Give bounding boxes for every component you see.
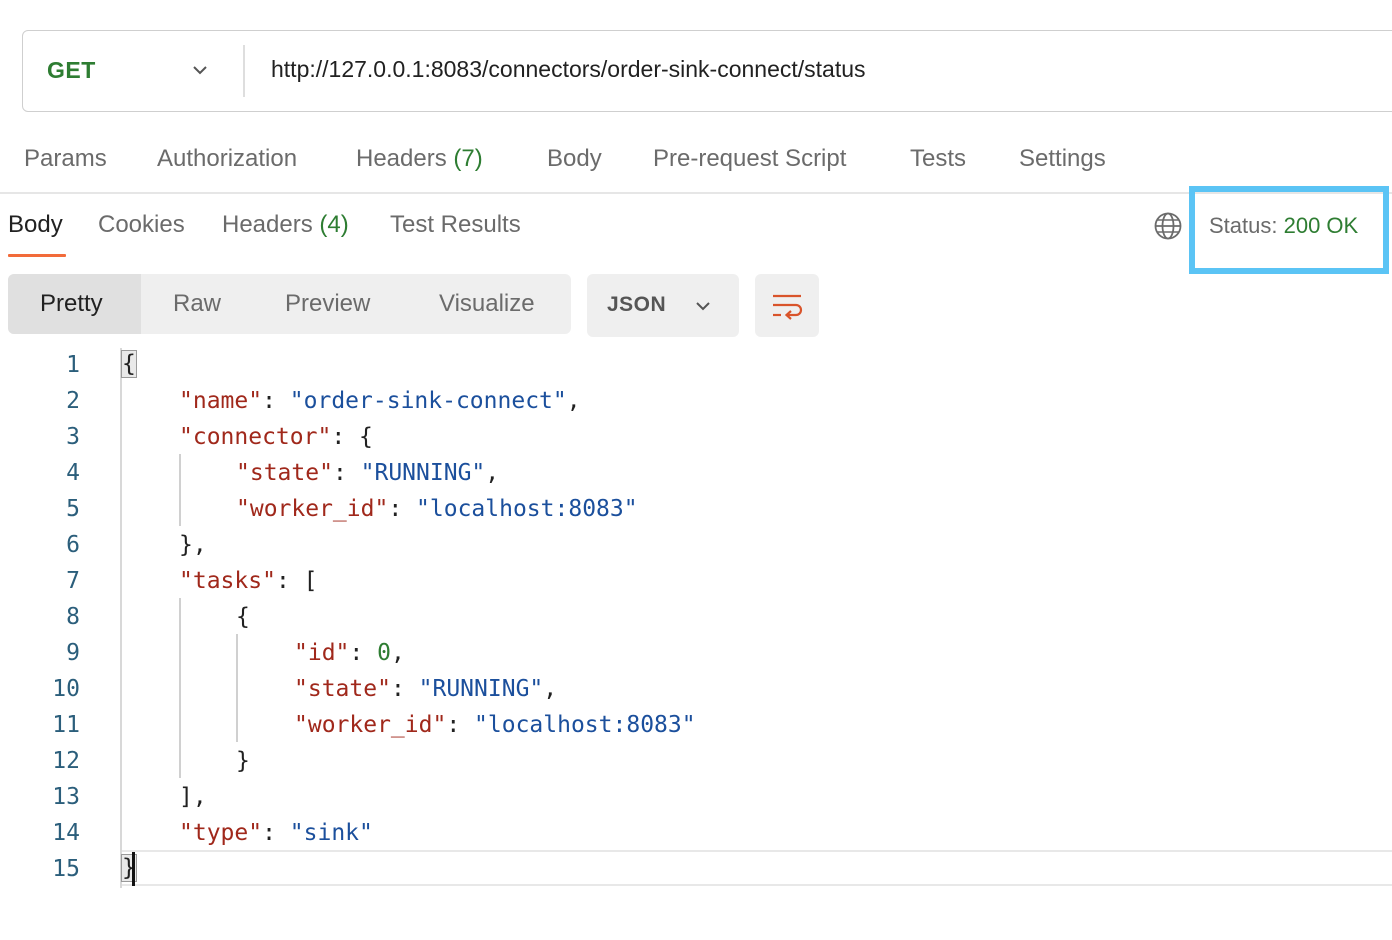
tab-headers-count: (7) <box>453 145 483 172</box>
status-value: 200 OK <box>1283 213 1359 238</box>
line-number: 3 <box>66 424 80 450</box>
line-number: 14 <box>52 820 80 846</box>
section-divider <box>0 192 1392 194</box>
response-tab-body[interactable]: Body <box>8 211 63 239</box>
response-tab-headers-label: Headers <box>222 211 313 238</box>
json-line: "name": "order-sink-connect", <box>179 388 581 414</box>
json-line: "id": 0, <box>294 640 405 666</box>
json-string: "RUNNING" <box>360 460 486 486</box>
json-line: }, <box>179 532 207 558</box>
url-input[interactable]: http://127.0.0.1:8083/connectors/order-s… <box>271 56 866 83</box>
tab-headers-label: Headers <box>356 145 447 172</box>
json-punct: , <box>485 460 500 486</box>
line-number: 5 <box>66 496 80 522</box>
active-tab-indicator <box>8 254 66 257</box>
json-line: ], <box>179 784 207 810</box>
line-number: 1 <box>66 352 80 378</box>
response-tab-cookies[interactable]: Cookies <box>98 211 185 239</box>
format-tab-pretty[interactable]: Pretty <box>40 290 103 318</box>
indent-guide <box>179 598 181 778</box>
json-punct: , <box>566 388 581 414</box>
request-url-bar: GET http://127.0.0.1:8083/connectors/ord… <box>22 30 1392 112</box>
json-open-brace: { <box>121 350 137 378</box>
json-string: "order-sink-connect" <box>289 388 567 414</box>
gutter-divider <box>120 348 122 888</box>
json-line: "type": "sink" <box>179 820 373 846</box>
tab-authorization[interactable]: Authorization <box>157 145 297 173</box>
format-tab-preview[interactable]: Preview <box>285 290 370 318</box>
text-cursor <box>132 852 135 886</box>
response-tab-headers-count: (4) <box>319 211 349 238</box>
line-number: 2 <box>66 388 80 414</box>
json-key: "tasks" <box>179 568 276 594</box>
divider <box>243 45 245 97</box>
json-punct: : <box>262 388 290 414</box>
json-line: "tasks": [ <box>179 568 317 594</box>
json-punct: : <box>446 712 475 738</box>
json-string: "sink" <box>289 820 373 846</box>
status-label: Status: <box>1209 213 1278 238</box>
json-punct: , <box>390 640 405 666</box>
json-punct: : <box>262 820 290 846</box>
indent-guide <box>179 454 181 526</box>
json-key: "state" <box>236 460 333 486</box>
response-tab-test-results[interactable]: Test Results <box>390 211 521 239</box>
json-string: "localhost:8083" <box>416 496 638 522</box>
json-key: "connector" <box>179 424 332 450</box>
format-select-label: JSON <box>607 293 667 316</box>
line-number: 8 <box>66 604 80 630</box>
json-key: "worker_id" <box>236 496 389 522</box>
json-punct: , <box>543 676 558 702</box>
globe-icon[interactable] <box>1153 211 1183 241</box>
json-line: "state": "RUNNING", <box>236 460 499 486</box>
json-key: "name" <box>179 388 263 414</box>
indent-guide <box>236 634 238 742</box>
line-number: 10 <box>52 676 80 702</box>
line-number: 13 <box>52 784 80 810</box>
line-number: 15 <box>52 856 80 882</box>
format-tab-visualize[interactable]: Visualize <box>439 290 535 318</box>
current-line-highlight <box>122 850 1392 886</box>
tab-params[interactable]: Params <box>24 145 107 173</box>
json-punct: : <box>388 496 417 522</box>
tab-tests[interactable]: Tests <box>910 145 966 173</box>
line-number: 7 <box>66 568 80 594</box>
format-tab-raw[interactable]: Raw <box>173 290 221 318</box>
json-line: { <box>236 604 250 630</box>
json-line: "worker_id": "localhost:8083" <box>294 712 696 738</box>
response-tab-headers[interactable]: Headers (4) <box>222 211 349 239</box>
json-punct: : <box>332 460 361 486</box>
line-number: 4 <box>66 460 80 486</box>
json-key: "type" <box>179 820 263 846</box>
tab-prerequest-script[interactable]: Pre-request Script <box>653 145 846 173</box>
wrap-lines-icon <box>773 294 803 320</box>
json-key: "state" <box>294 676 391 702</box>
line-number: 6 <box>66 532 80 558</box>
json-line: "state": "RUNNING", <box>294 676 557 702</box>
json-key: "worker_id" <box>294 712 447 738</box>
response-status: Status: 200 OK <box>1209 213 1358 239</box>
tab-body[interactable]: Body <box>547 145 602 173</box>
chevron-down-icon[interactable] <box>191 61 209 79</box>
line-number: 11 <box>52 712 80 738</box>
json-number: 0 <box>377 640 391 666</box>
tab-settings[interactable]: Settings <box>1019 145 1106 173</box>
json-punct: : [ <box>275 568 318 594</box>
json-punct: : <box>390 676 419 702</box>
chevron-down-icon <box>696 302 710 311</box>
method-select[interactable]: GET <box>47 57 96 84</box>
json-punct: : <box>349 640 378 666</box>
tab-headers[interactable]: Headers (7) <box>356 145 483 173</box>
line-number: 9 <box>66 640 80 666</box>
json-key: "id" <box>294 640 350 666</box>
json-string: "RUNNING" <box>418 676 544 702</box>
line-number: 12 <box>52 748 80 774</box>
json-line: } <box>236 748 250 774</box>
json-line: "connector": { <box>179 424 373 450</box>
json-line: "worker_id": "localhost:8083" <box>236 496 638 522</box>
json-string: "localhost:8083" <box>474 712 696 738</box>
json-punct: : { <box>331 424 373 450</box>
